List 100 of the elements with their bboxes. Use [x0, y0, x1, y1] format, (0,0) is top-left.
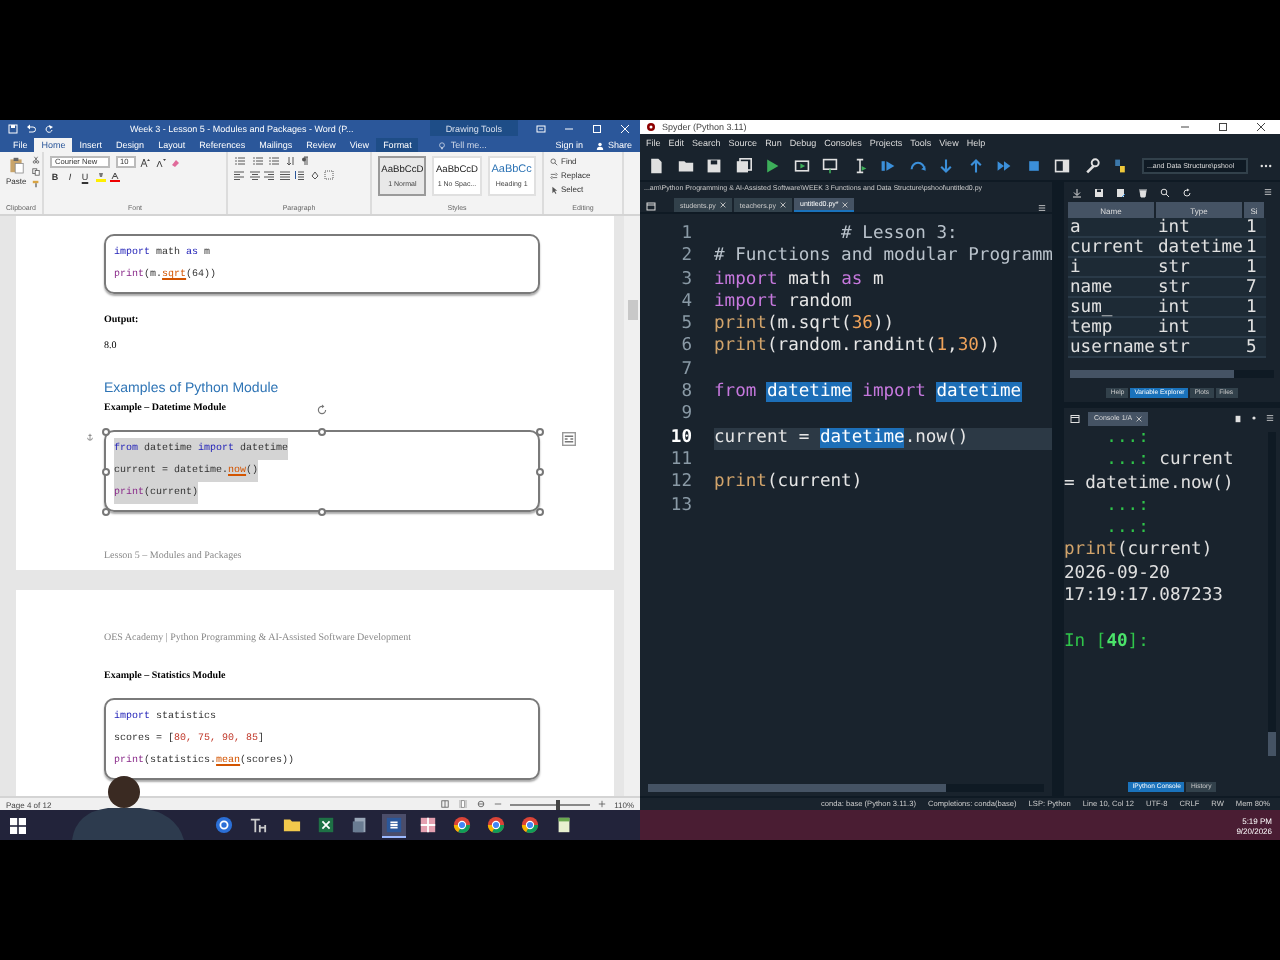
- save-icon[interactable]: [706, 157, 722, 173]
- folder-icon[interactable]: [677, 157, 693, 173]
- run-cell-icon[interactable]: [793, 157, 809, 173]
- document-icon[interactable]: [382, 813, 406, 837]
- web-layout-icon[interactable]: [476, 800, 487, 808]
- refresh-icon[interactable]: [1182, 187, 1192, 197]
- rotate-handle[interactable]: [316, 404, 328, 416]
- code-line: # Lesson 3:: [839, 224, 960, 246]
- resize-handle[interactable]: [101, 507, 109, 515]
- scrollbar[interactable]: [624, 216, 640, 796]
- browser-icon[interactable]: [518, 813, 542, 837]
- line-number: 12: [668, 472, 694, 496]
- options-icon[interactable]: [1250, 414, 1258, 422]
- table-cell: username: [1068, 338, 1156, 358]
- save-icon[interactable]: [8, 123, 18, 133]
- scissors-icon[interactable]: [32, 156, 41, 164]
- curved-arrow-icon[interactable]: [909, 157, 925, 173]
- table-cell: 1: [1244, 318, 1266, 338]
- print-layout-icon[interactable]: [458, 800, 469, 808]
- resize-handle[interactable]: [535, 507, 543, 515]
- font-color-icon[interactable]: [110, 172, 120, 182]
- debug-icon[interactable]: [880, 157, 896, 173]
- terminal-icon[interactable]: [1070, 413, 1080, 423]
- align-left-icon[interactable]: [234, 170, 244, 180]
- line-number: 10: [668, 427, 694, 450]
- code-line: from datetime import datetime: [714, 382, 1024, 405]
- console-line: = datetime.now(): [1064, 473, 1234, 496]
- grow-font-icon[interactable]: [140, 157, 150, 167]
- menu-icon[interactable]: [1038, 204, 1046, 212]
- line-number: 2: [679, 246, 694, 270]
- app-icon[interactable]: [246, 813, 270, 837]
- table-cell: 1: [1244, 238, 1266, 258]
- minimize-icon[interactable]: [1180, 122, 1190, 132]
- shading-icon[interactable]: [309, 170, 319, 180]
- resize-handle[interactable]: [318, 507, 326, 515]
- redo-icon[interactable]: [44, 123, 54, 133]
- up-arrow-icon[interactable]: [967, 157, 983, 173]
- line-number: 9: [679, 404, 694, 428]
- down-arrow-icon[interactable]: [938, 157, 954, 173]
- app-icon[interactable]: [416, 813, 440, 837]
- sort-icon[interactable]: [285, 156, 295, 166]
- resize-handle[interactable]: [101, 467, 109, 475]
- resize-handle[interactable]: [535, 427, 543, 435]
- pilcrow-icon[interactable]: [300, 156, 310, 166]
- close-icon[interactable]: [1256, 122, 1266, 132]
- import-icon[interactable]: [1072, 187, 1082, 197]
- lightbulb-icon: [438, 141, 447, 149]
- save-icon[interactable]: [1094, 187, 1104, 197]
- save-as-icon[interactable]: [1116, 187, 1126, 197]
- menu-icon[interactable]: [1266, 414, 1274, 422]
- brush-icon[interactable]: [32, 180, 41, 188]
- browser-icon[interactable]: [484, 813, 508, 837]
- wrench-icon[interactable]: [1083, 157, 1099, 173]
- read-mode-icon[interactable]: [440, 800, 451, 808]
- pointer-icon: [550, 185, 558, 193]
- align-center-icon[interactable]: [249, 170, 259, 180]
- multilevel-list-icon[interactable]: [268, 156, 280, 166]
- spreadsheet-icon[interactable]: [314, 813, 338, 837]
- scrollbar[interactable]: [1070, 370, 1274, 378]
- menu-icon[interactable]: [1264, 188, 1272, 196]
- trash-icon[interactable]: [1138, 187, 1148, 197]
- copy-icon[interactable]: [32, 168, 41, 176]
- save-all-icon[interactable]: [735, 157, 751, 173]
- eraser-icon[interactable]: [170, 157, 180, 167]
- maximize-icon[interactable]: [1218, 122, 1228, 132]
- text-cursor-icon[interactable]: [851, 157, 867, 173]
- console-line: ...:: [1104, 518, 1149, 540]
- highlighter-icon[interactable]: [95, 172, 105, 182]
- play-icon[interactable]: [764, 157, 780, 173]
- minimize-icon[interactable]: [564, 123, 574, 133]
- line-number: 3: [679, 269, 694, 292]
- layout-options-icon[interactable]: [562, 432, 576, 446]
- panel-icon[interactable]: [1054, 157, 1070, 173]
- browse-tabs-icon[interactable]: [646, 202, 656, 212]
- clipboard-icon[interactable]: [1234, 413, 1242, 423]
- resize-handle[interactable]: [318, 427, 326, 435]
- replace-icon: [550, 171, 558, 179]
- ribbon-options-icon[interactable]: [536, 123, 546, 133]
- table-cell: current: [1068, 238, 1156, 258]
- line-spacing-icon[interactable]: [294, 170, 304, 180]
- resize-handle[interactable]: [535, 467, 543, 475]
- app-icon[interactable]: [212, 813, 236, 837]
- console-line: 2026-09-20: [1064, 563, 1170, 587]
- shrink-font-icon[interactable]: [155, 157, 165, 167]
- fast-forward-icon[interactable]: [996, 157, 1012, 173]
- zoom-in-icon[interactable]: [598, 800, 607, 808]
- justify-icon[interactable]: [279, 170, 289, 180]
- undo-icon[interactable]: [26, 123, 36, 133]
- file-icon[interactable]: [648, 157, 664, 173]
- scrollbar[interactable]: [648, 784, 1044, 792]
- stop-icon[interactable]: [1025, 157, 1041, 173]
- align-right-icon[interactable]: [264, 170, 274, 180]
- resize-handle[interactable]: [101, 427, 109, 435]
- console-line: ...:: [1104, 495, 1149, 519]
- search-icon[interactable]: [1160, 187, 1170, 197]
- logo-icon[interactable]: [1112, 157, 1128, 173]
- start-button[interactable]: [8, 815, 28, 835]
- browser-icon[interactable]: [450, 813, 474, 837]
- more-icon[interactable]: [1260, 159, 1272, 171]
- run-cell-advance-icon[interactable]: [822, 157, 838, 173]
